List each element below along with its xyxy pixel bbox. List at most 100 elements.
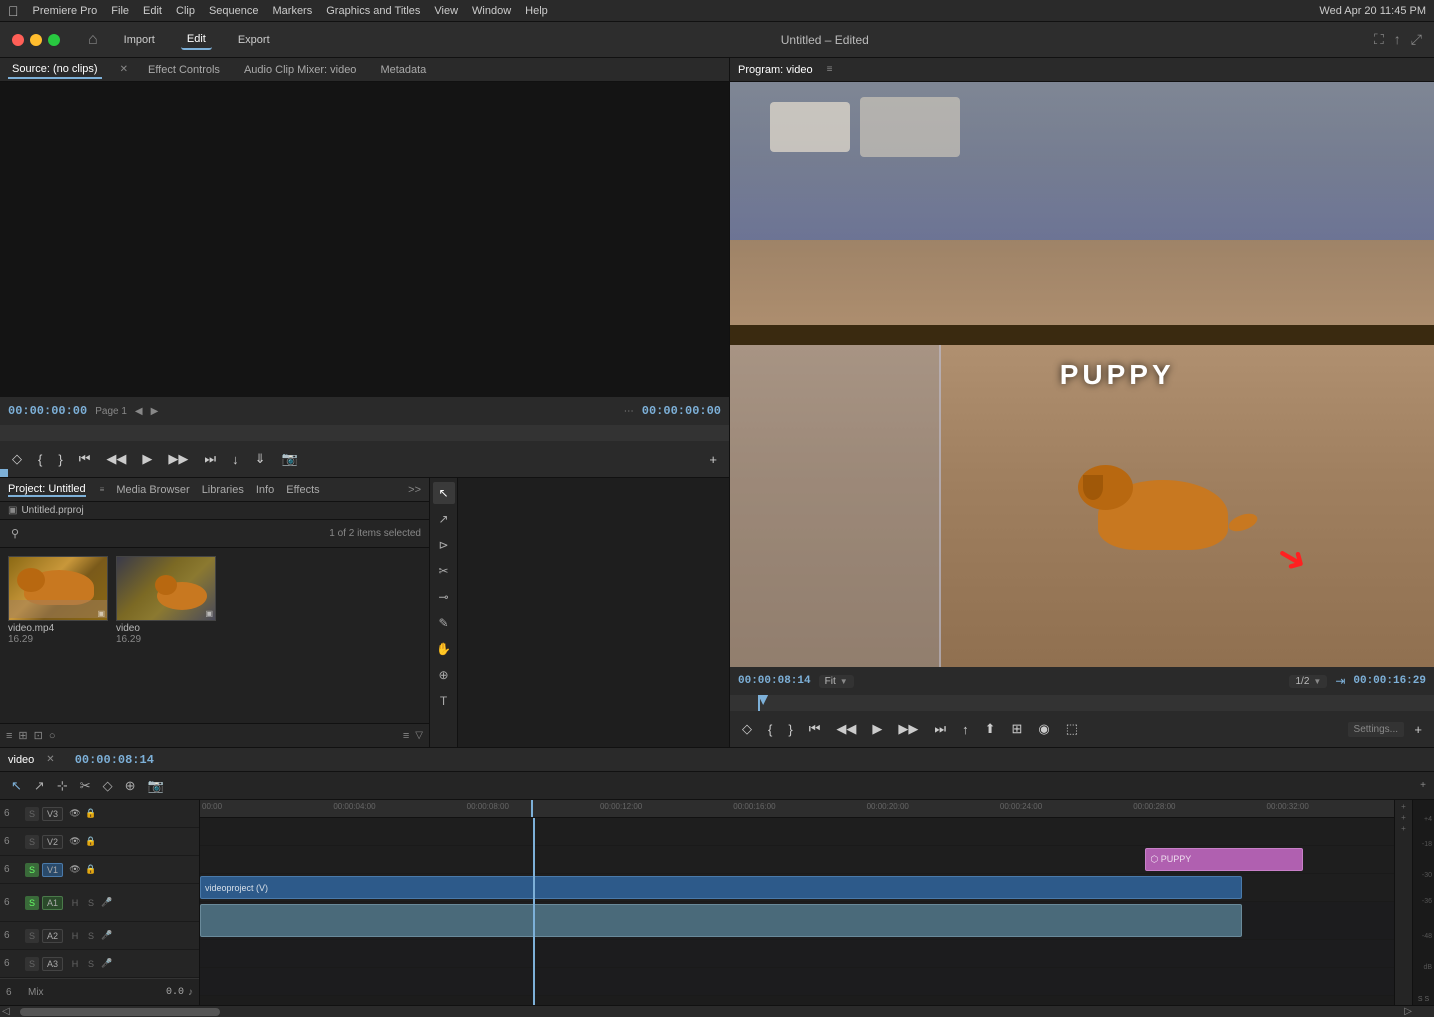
tl-ripple-cut[interactable]: ✂: [77, 777, 94, 795]
menu-graphics[interactable]: Graphics and Titles: [326, 5, 420, 17]
tool-pen[interactable]: ✎: [433, 612, 455, 634]
program-add-btn[interactable]: +: [1410, 720, 1426, 739]
clip-puppy-title[interactable]: ⬡ PUPPY: [1145, 848, 1303, 871]
project-icon-view-icon[interactable]: ⊡: [34, 729, 43, 742]
track-lock-v3[interactable]: 🔒: [84, 807, 98, 821]
program-lift-btn[interactable]: ↑: [958, 720, 973, 739]
program-settings-btn[interactable]: Settings...: [1348, 722, 1404, 737]
track-toggle-v2[interactable]: S: [25, 835, 39, 849]
menu-edit[interactable]: Edit: [143, 5, 162, 17]
project-settings-icon[interactable]: ≡: [403, 730, 409, 742]
program-play-btn[interactable]: ▶: [868, 719, 886, 739]
track-lock-v1[interactable]: 🔒: [84, 863, 98, 877]
add-track-v1-btn[interactable]: +: [1401, 824, 1406, 833]
program-add-marker-btn[interactable]: ◇: [738, 719, 756, 739]
track-s-a3[interactable]: S: [84, 957, 98, 971]
source-options-icon[interactable]: ⋯: [624, 406, 634, 417]
track-toggle-a2[interactable]: S: [25, 929, 39, 943]
program-vr-btn[interactable]: ◉: [1034, 719, 1053, 739]
menu-file[interactable]: File: [111, 5, 129, 17]
project-sort-icon[interactable]: ▽: [415, 730, 423, 741]
tool-selection[interactable]: ↖: [433, 482, 455, 504]
project-tab-libraries[interactable]: Libraries: [202, 484, 244, 496]
track-eye-v2[interactable]: 👁: [68, 835, 82, 849]
track-eye-v3[interactable]: 👁: [68, 807, 82, 821]
tl-export-frame[interactable]: 📷: [145, 777, 167, 795]
program-step-back-btn[interactable]: ◀◀: [832, 719, 860, 739]
source-tab-metadata[interactable]: Metadata: [376, 62, 430, 78]
program-tab[interactable]: Program: video: [738, 64, 813, 76]
track-mic-a3[interactable]: 🎤: [100, 957, 114, 971]
page-nav-left[interactable]: ◀: [135, 406, 143, 417]
track-toggle-a3[interactable]: S: [25, 957, 39, 971]
project-new-bin-icon[interactable]: ≡: [6, 730, 12, 742]
track-lock-v2[interactable]: 🔒: [84, 835, 98, 849]
program-compare-btn[interactable]: ⬚: [1062, 719, 1082, 739]
expand-icon[interactable]: ⤢: [1411, 31, 1422, 48]
tool-zoom[interactable]: ⊕: [433, 664, 455, 686]
source-export-frame-btn[interactable]: 📷: [278, 449, 302, 469]
project-list-view-icon[interactable]: ⊞: [18, 729, 27, 742]
program-next-edit-icon[interactable]: ⇥: [1335, 674, 1345, 688]
menu-clip[interactable]: Clip: [176, 5, 195, 17]
clip-audio-a1[interactable]: [200, 904, 1242, 937]
mix-speaker-icon[interactable]: ♪: [188, 987, 193, 998]
tl-snap[interactable]: ⊕: [122, 777, 139, 795]
program-ratio-dropdown[interactable]: 1/2 ▼: [1289, 675, 1327, 688]
apple-logo-icon[interactable]: : [8, 3, 19, 19]
source-tab-source[interactable]: Source: (no clips): [8, 61, 102, 79]
project-tab-expand[interactable]: >>: [408, 484, 421, 496]
tl-link-select[interactable]: ⊹: [54, 777, 71, 795]
source-goto-out-btn[interactable]: ⏭: [200, 449, 220, 469]
project-tab-info[interactable]: Info: [256, 484, 274, 496]
program-fit-dropdown[interactable]: Fit ▼: [819, 675, 854, 688]
timeline-scrollbar[interactable]: ◁ ▷: [0, 1005, 1434, 1017]
timeline-tab-video[interactable]: video: [8, 754, 34, 766]
clip-video-v1[interactable]: videoproject (V): [200, 876, 1242, 899]
tool-ripple-edit[interactable]: ⊳: [433, 534, 455, 556]
project-search-icon[interactable]: ⚲: [8, 526, 22, 541]
program-goto-out-btn[interactable]: ⏭: [930, 719, 950, 739]
project-item-0[interactable]: ▣ video.mp4 16.29: [8, 556, 108, 715]
tool-slip[interactable]: ⊸: [433, 586, 455, 608]
source-add-btn[interactable]: +: [705, 450, 721, 469]
project-item-1[interactable]: ▣ video 16.29: [116, 556, 216, 715]
window-maximize-button[interactable]: [48, 34, 60, 46]
tl-settings-icon[interactable]: +: [1420, 780, 1426, 791]
source-tab-effects[interactable]: Effect Controls: [144, 62, 224, 78]
track-toggle-v1[interactable]: S: [25, 863, 39, 877]
scroll-thumb[interactable]: [20, 1008, 220, 1016]
edit-button[interactable]: Edit: [181, 30, 212, 50]
program-goto-in-btn[interactable]: ⏮: [805, 719, 825, 739]
track-h-a2[interactable]: H: [68, 929, 82, 943]
track-mic-a1[interactable]: 🎤: [100, 896, 114, 910]
track-toggle-v3[interactable]: S: [25, 807, 39, 821]
track-s-a2[interactable]: S: [84, 929, 98, 943]
source-play-btn[interactable]: ▶: [138, 449, 156, 469]
menu-view[interactable]: View: [434, 5, 458, 17]
track-name-a1[interactable]: A1: [42, 896, 63, 910]
menu-window[interactable]: Window: [472, 5, 511, 17]
timeline-tab-close-icon[interactable]: ✕: [46, 754, 54, 765]
track-name-a3[interactable]: A3: [42, 957, 63, 971]
source-mark-in-btn[interactable]: {: [34, 450, 46, 469]
window-minimize-button[interactable]: [30, 34, 42, 46]
project-tab-effects[interactable]: Effects: [286, 484, 319, 496]
source-tab-audiomixer[interactable]: Audio Clip Mixer: video: [240, 62, 361, 78]
source-tab-close[interactable]: ✕: [120, 64, 128, 75]
track-name-a2[interactable]: A2: [42, 929, 63, 943]
program-extract-btn[interactable]: ⬆: [981, 719, 1000, 739]
add-track-v3-btn[interactable]: +: [1401, 802, 1406, 811]
track-h-a3[interactable]: H: [68, 957, 82, 971]
program-mark-out-btn[interactable]: }: [784, 720, 796, 739]
track-s-a1[interactable]: S: [84, 896, 98, 910]
scroll-left-btn[interactable]: ◁: [2, 1006, 10, 1017]
program-mark-in-btn[interactable]: {: [764, 720, 776, 739]
program-video[interactable]: PUPPY ➜: [730, 82, 1434, 667]
track-name-v1[interactable]: V1: [42, 863, 63, 877]
home-icon[interactable]: ⌂: [88, 31, 98, 49]
scroll-right-btn[interactable]: ▷: [1404, 1006, 1412, 1017]
page-nav-right[interactable]: ▶: [151, 406, 159, 417]
source-insert-btn[interactable]: ↓: [228, 450, 243, 469]
source-step-back-btn[interactable]: ◀◀: [102, 449, 130, 469]
